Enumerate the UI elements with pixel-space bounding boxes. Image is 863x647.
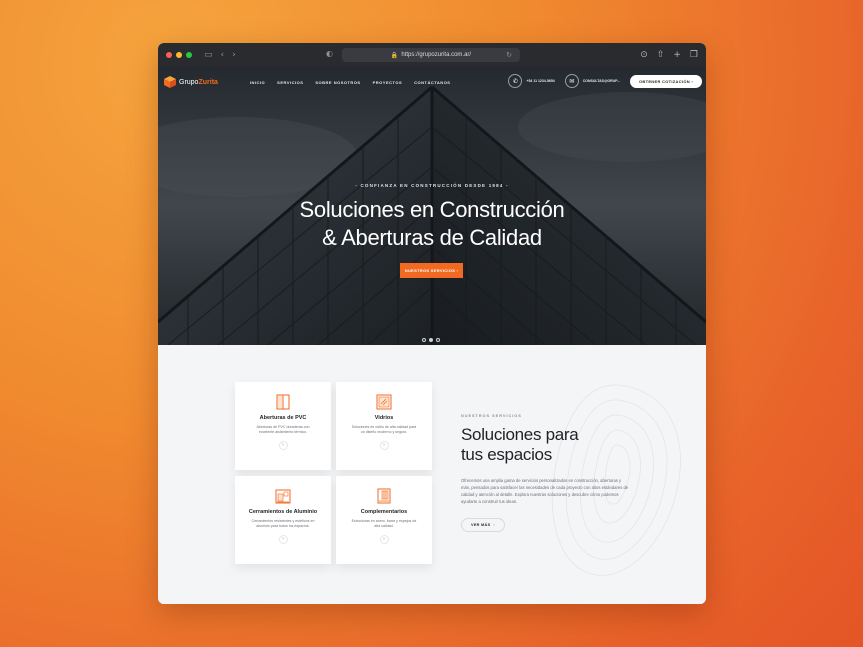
services-title-line2: tus espacios xyxy=(461,445,552,464)
services-kicker: NUESTROS SERVICIOS xyxy=(461,414,522,418)
our-services-label: NUESTROS SERVICIOS xyxy=(404,268,456,273)
site-logo[interactable]: GrupoZurita xyxy=(164,76,218,88)
browser-toolbar: ▭ ‹ › ◐ 🔒 https://grupozurita.com.ar/ ↻ … xyxy=(158,43,706,67)
aluminum-enclosure-icon xyxy=(275,489,291,504)
service-card-aluminio[interactable]: Cerramientos de Aluminio Cerramientos re… xyxy=(235,476,331,564)
email-icon[interactable]: ✉ xyxy=(564,74,579,88)
glass-window-icon xyxy=(376,394,392,410)
arrow-right-icon[interactable]: › xyxy=(379,535,389,544)
close-window-button[interactable] xyxy=(166,52,172,58)
maximize-window-button[interactable] xyxy=(186,52,192,58)
reload-icon[interactable]: ↻ xyxy=(506,51,512,59)
hero-kicker: - CONFIANZA EN CONSTRUCCIÓN DESDE 1984 - xyxy=(355,183,509,188)
services-section: Aberturas de PVC Aberturas de PVC durade… xyxy=(158,345,706,604)
slider-dot[interactable] xyxy=(436,338,440,342)
email-address[interactable]: CONSULTAS@GRUP... xyxy=(583,79,620,83)
get-quote-label: OBTENER COTIZACIÓN xyxy=(638,78,690,84)
menu-item-servicios[interactable]: SERVICIOS xyxy=(277,80,303,85)
lock-icon: 🔒 xyxy=(390,52,399,59)
see-more-label: VER MÁS xyxy=(471,523,491,527)
slider-dot[interactable] xyxy=(422,338,426,342)
browser-window: ▭ ‹ › ◐ 🔒 https://grupozurita.com.ar/ ↻ … xyxy=(158,43,706,604)
main-menu: INICIO SERVICIOS SOBRE NOSOTROS PROYECTO… xyxy=(250,80,451,85)
new-tab-icon[interactable]: + xyxy=(673,48,681,62)
hero-section: GrupoZurita INICIO SERVICIOS SOBRE NOSOT… xyxy=(158,67,706,345)
logo-text-bold: Zurita xyxy=(198,78,218,86)
site-navbar: GrupoZurita INICIO SERVICIOS SOBRE NOSOT… xyxy=(158,67,706,97)
minimize-window-button[interactable] xyxy=(176,52,182,58)
logo-icon xyxy=(164,76,176,88)
door-icon xyxy=(276,394,290,410)
logo-text-light: Grupo xyxy=(179,78,199,86)
see-more-button[interactable]: VER MÁS › xyxy=(461,518,505,532)
back-icon[interactable]: ‹ xyxy=(221,50,225,60)
service-card-complementarios[interactable]: Complementarios Estructuras en acero, ba… xyxy=(336,476,432,564)
get-quote-button[interactable]: OBTENER COTIZACIÓN › xyxy=(629,74,702,88)
menu-item-proyectos[interactable]: PROYECTOS xyxy=(373,80,403,85)
slider-dots xyxy=(422,338,440,342)
shield-icon[interactable]: ◐ xyxy=(326,49,333,58)
services-description: Ofrecemos una amplia gama de servicios p… xyxy=(461,478,629,504)
our-services-button[interactable]: NUESTROS SERVICIOS › xyxy=(400,263,463,278)
card-title: Vidrios xyxy=(374,415,394,421)
sidebar-icon[interactable]: ▭ xyxy=(204,50,213,60)
tabs-overview-icon[interactable]: ❐ xyxy=(690,48,698,62)
arrow-right-icon[interactable]: › xyxy=(379,441,389,450)
menu-item-sobre-nosotros[interactable]: SOBRE NOSOTROS xyxy=(315,80,360,85)
arrow-right-icon[interactable]: › xyxy=(278,441,288,450)
forward-icon[interactable]: › xyxy=(232,50,236,60)
arrow-right-icon[interactable]: › xyxy=(278,535,288,544)
menu-item-inicio[interactable]: INICIO xyxy=(250,80,265,85)
service-card-pvc[interactable]: Aberturas de PVC Aberturas de PVC durade… xyxy=(235,382,331,470)
card-title: Complementarios xyxy=(360,509,408,515)
services-title: Soluciones para tus espacios xyxy=(461,425,579,465)
card-description: Cerramientos resistentes y estéticos en … xyxy=(251,519,315,528)
complementary-icon xyxy=(377,488,391,504)
share-icon[interactable]: ⇧ xyxy=(657,48,665,62)
service-card-vidrios[interactable]: Vidrios Soluciones en vidrio de alta cal… xyxy=(336,382,432,470)
menu-item-contactanos[interactable]: CONTÁCTANOS xyxy=(414,80,450,85)
services-title-line1: Soluciones para xyxy=(461,425,579,444)
card-title: Aberturas de PVC xyxy=(259,415,307,421)
card-description: Aberturas de PVC duraderas con excelente… xyxy=(256,425,310,434)
hero-title-line1: Soluciones en Construcción xyxy=(299,197,565,222)
phone-icon[interactable]: ✆ xyxy=(508,74,523,88)
hero-title-line2: & Aberturas de Calidad xyxy=(322,225,542,250)
address-bar[interactable]: 🔒 https://grupozurita.com.ar/ ↻ xyxy=(342,48,520,62)
url-text: https://grupozurita.com.ar/ xyxy=(401,52,472,58)
phone-number[interactable]: +54 11 1234-5654 xyxy=(526,79,554,83)
slider-dot[interactable] xyxy=(429,338,433,342)
card-description: Estructuras en acero, barra y espejos de… xyxy=(351,519,417,528)
arrow-right-icon: › xyxy=(493,523,495,527)
hero-title: Soluciones en Construcción & Aberturas d… xyxy=(158,196,706,252)
card-description: Soluciones en vidrio de alta calidad par… xyxy=(351,425,417,434)
card-title: Cerramientos de Aluminio xyxy=(248,509,318,515)
download-icon[interactable]: ⊙ xyxy=(640,48,648,62)
